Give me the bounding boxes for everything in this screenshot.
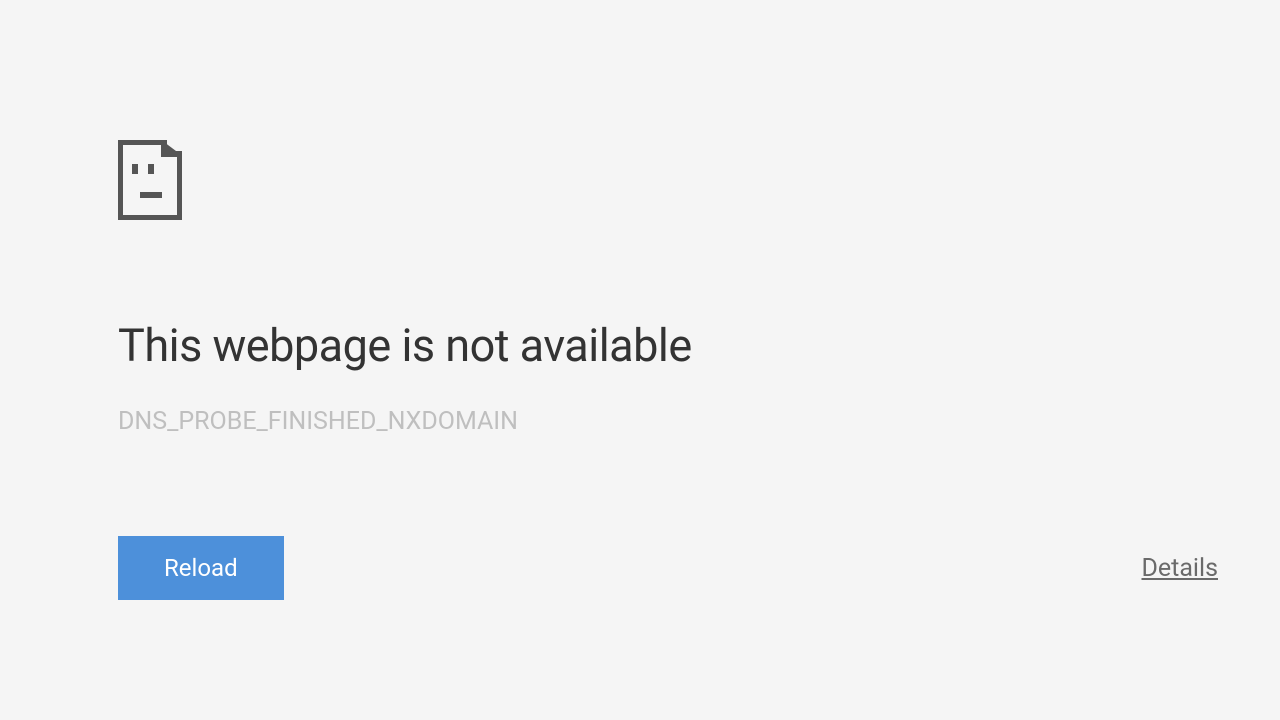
error-actions-row: Reload Details — [118, 536, 1220, 600]
sad-page-icon — [118, 205, 182, 224]
error-page-container: This webpage is not available DNS_PROBE_… — [0, 0, 1280, 720]
error-heading: This webpage is not available — [118, 319, 1220, 372]
details-link[interactable]: Details — [1141, 554, 1218, 583]
error-code: DNS_PROBE_FINISHED_NXDOMAIN — [118, 407, 1220, 436]
reload-button[interactable]: Reload — [118, 536, 284, 600]
error-icon-wrap — [118, 140, 1220, 224]
